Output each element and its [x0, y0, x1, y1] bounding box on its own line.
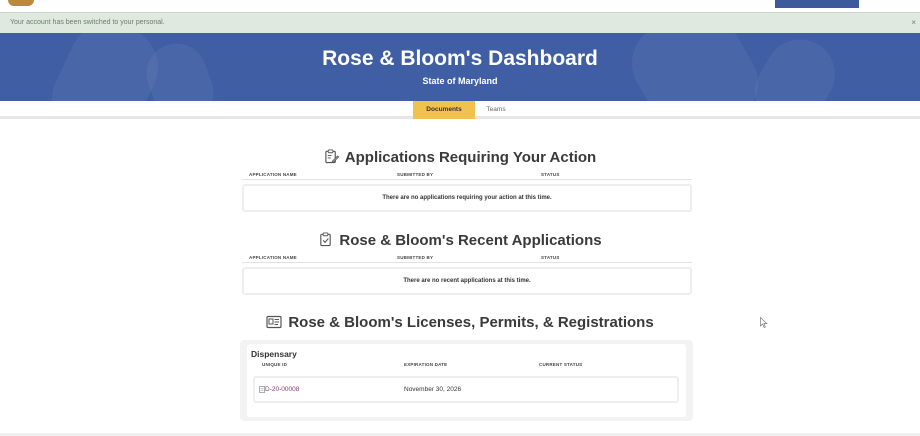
divider [242, 262, 692, 263]
column-header: CURRENT STATUS [539, 362, 583, 367]
clipboard-edit-icon [325, 149, 339, 164]
license-table: Dispensary UNIQUE ID EXPIRATION DATE CUR… [247, 344, 686, 417]
top-navigation-bar [0, 0, 920, 12]
license-row: D-20-00008 November 30, 2026 [253, 376, 679, 403]
license-expiration-date: November 30, 2026 [404, 386, 462, 393]
id-card-icon [266, 315, 282, 329]
top-account-button[interactable] [775, 0, 859, 8]
tab-bar: Documents Teams [0, 101, 920, 119]
logo[interactable] [8, 0, 34, 6]
section-title-text: Rose & Bloom's Licenses, Permits, & Regi… [288, 314, 654, 331]
page-subtitle: State of Maryland [422, 76, 498, 86]
notice-text: Your account has been switched to your p… [10, 19, 165, 26]
section-title-text: Rose & Bloom's Recent Applications [339, 232, 602, 249]
license-category-title: Dispensary [251, 349, 297, 359]
column-header: STATUS [541, 172, 560, 177]
tab-teams[interactable]: Teams [478, 101, 514, 119]
section-title-text: Applications Requiring Your Action [344, 149, 597, 166]
empty-state-recent: There are no recent applications at this… [242, 267, 692, 295]
column-header: SUBMITTED BY [397, 172, 434, 177]
empty-state-actions: There are no applications requiring your… [242, 184, 692, 212]
column-header: STATUS [541, 255, 560, 260]
section-title-licenses: Rose & Bloom's Licenses, Permits, & Regi… [0, 314, 920, 331]
section-title-actions: Applications Requiring Your Action [0, 149, 920, 166]
tab-documents[interactable]: Documents [413, 101, 475, 119]
column-header: APPLICATION NAME [249, 255, 297, 260]
mouse-cursor-icon [760, 317, 768, 328]
close-icon[interactable]: × [911, 18, 916, 27]
divider [242, 179, 692, 180]
account-switched-notice: Your account has been switched to your p… [0, 12, 920, 33]
section-title-recent: Rose & Bloom's Recent Applications [0, 232, 920, 249]
clipboard-check-icon [320, 232, 332, 247]
dashboard-banner: Rose & Bloom's Dashboard State of Maryla… [0, 33, 920, 101]
column-header: APPLICATION NAME [249, 172, 297, 177]
column-header: SUBMITTED BY [397, 255, 434, 260]
license-id-link[interactable]: D-20-00008 [265, 386, 299, 393]
page-title: Rose & Bloom's Dashboard [322, 47, 598, 70]
column-header: EXPIRATION DATE [404, 362, 448, 367]
column-header: UNIQUE ID [262, 362, 288, 367]
license-category-card: Dispensary UNIQUE ID EXPIRATION DATE CUR… [240, 340, 693, 421]
